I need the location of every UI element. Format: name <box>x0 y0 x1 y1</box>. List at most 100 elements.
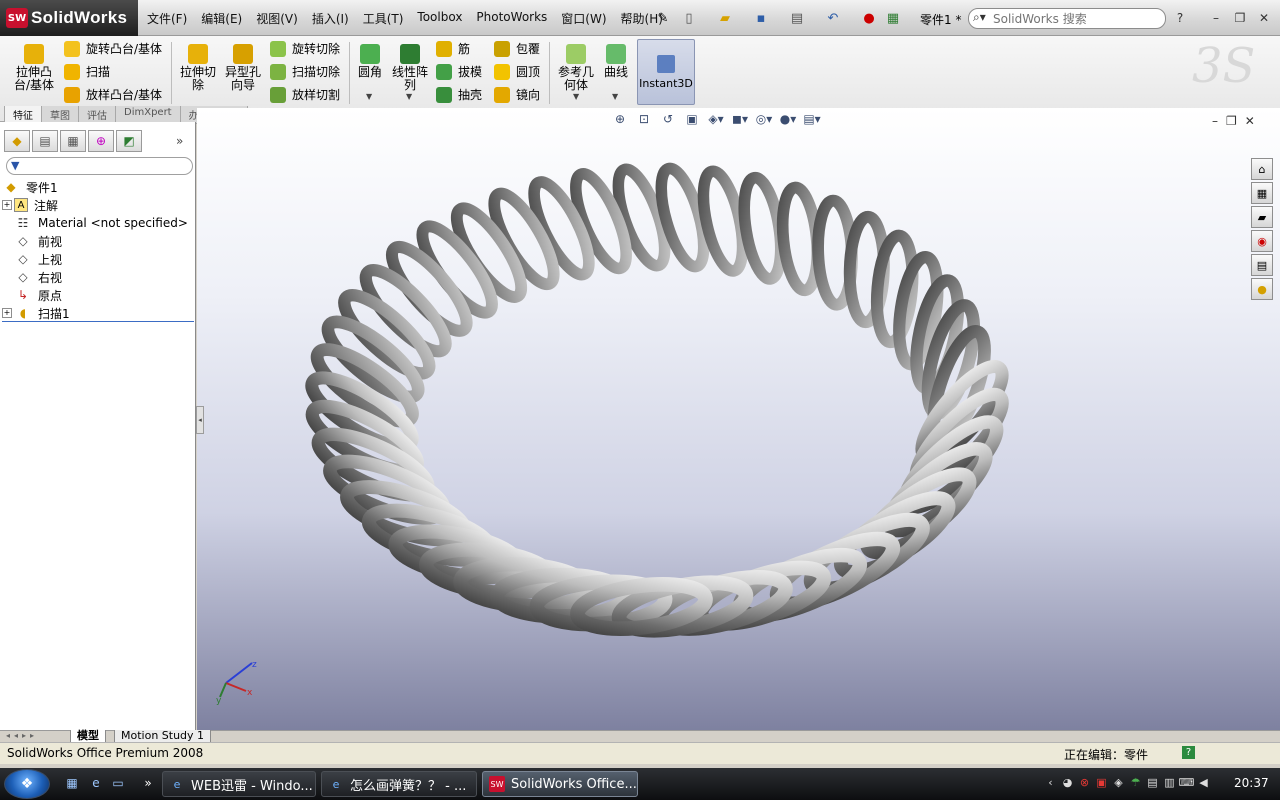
menu-tools[interactable]: 工具(T) <box>356 10 411 27</box>
loft-icon <box>64 86 80 103</box>
hole-wizard-label: 异型孔 向导 <box>225 65 262 92</box>
revolve-cut-button[interactable]: 旋转切除 <box>270 40 340 57</box>
sweep-boss-button[interactable]: 扫描 <box>64 63 110 80</box>
tree-item-label: 上视 <box>38 252 63 267</box>
wrap-button[interactable]: 包覆 <box>494 40 540 57</box>
antivirus-icon[interactable]: ⊗ <box>1076 776 1093 792</box>
network-icon[interactable]: ▤ <box>1144 776 1161 792</box>
menu-photoworks[interactable]: PhotoWorks <box>469 10 554 27</box>
loft-boss-button[interactable]: 放样凸台/基体 <box>64 86 162 103</box>
tree-item-origin[interactable]: ↳ 原点 <box>2 286 194 304</box>
tree-item-sweep1[interactable]: + ◖ 扫描1 <box>2 304 194 322</box>
switch-windows-icon[interactable]: ▭ <box>110 776 126 792</box>
tree-root[interactable]: ◆ 零件1 <box>2 178 194 196</box>
search-box[interactable]: ⌕▾ <box>968 8 1166 29</box>
tree-item-top-plane[interactable]: ◇ 上视 <box>2 250 194 268</box>
feature-manager-tab-icon[interactable]: ◆ <box>4 130 30 152</box>
configuration-manager-tab-icon[interactable]: ▦ <box>60 130 86 152</box>
logo-wordmark: SolidWorks <box>31 8 128 27</box>
help-icon[interactable]: ? <box>1172 10 1188 26</box>
hole-wizard-icon <box>233 44 253 64</box>
expand-icon[interactable]: + <box>2 308 12 318</box>
quicklaunch-more-icon[interactable]: » <box>140 776 156 792</box>
tree-item-right-plane[interactable]: ◇ 右视 <box>2 268 194 286</box>
reference-geometry-button[interactable]: 参考几 何体 <box>558 44 594 92</box>
search-input[interactable] <box>993 11 1153 26</box>
sweep-cut-button[interactable]: 扫描切除 <box>270 63 340 80</box>
menu-window[interactable]: 窗口(W) <box>554 10 613 27</box>
restore-icon[interactable]: ❐ <box>1232 10 1248 26</box>
tree-item-front-plane[interactable]: ◇ 前视 <box>2 232 194 250</box>
dimxpert-manager-tab-icon[interactable]: ⊕ <box>88 130 114 152</box>
fillet-button[interactable]: 圆角 <box>358 44 382 79</box>
refgeom-dropdown-icon[interactable]: ▼ <box>573 92 579 101</box>
menu-toolbox[interactable]: Toolbox <box>410 10 469 27</box>
minimize-icon[interactable]: – <box>1208 10 1224 26</box>
solidworks-logo[interactable]: SW SolidWorks <box>0 0 138 36</box>
revolve-boss-button[interactable]: 旋转凸台/基体 <box>64 40 162 57</box>
start-button-icon[interactable]: ❖ <box>4 769 50 799</box>
volume-icon[interactable]: ◀ <box>1195 776 1212 792</box>
umbrella-icon[interactable]: ☂ <box>1127 776 1144 792</box>
pattern-dropdown-icon[interactable]: ▼ <box>406 92 412 101</box>
display-manager-tab-icon[interactable]: ◩ <box>116 130 142 152</box>
property-manager-tab-icon[interactable]: ▤ <box>32 130 58 152</box>
tab-scroll-icons[interactable]: ◂◂▸▸ <box>6 731 38 740</box>
rib-button[interactable]: 筋 <box>436 40 470 57</box>
tree-root-label: 零件1 <box>26 180 58 195</box>
menu-edit[interactable]: 编辑(E) <box>194 10 249 27</box>
curves-button[interactable]: 曲线 <box>604 44 628 79</box>
curves-dropdown-icon[interactable]: ▼ <box>612 92 618 101</box>
menu-insert[interactable]: 插入(I) <box>305 10 356 27</box>
expand-icon[interactable]: + <box>2 200 12 210</box>
hole-wizard-button[interactable]: 异型孔 向导 <box>225 44 261 92</box>
undo-icon[interactable]: ↶ <box>824 9 842 27</box>
print-icon[interactable]: ▤ <box>788 9 806 27</box>
mirror-button[interactable]: 镜向 <box>494 86 540 103</box>
save-icon[interactable]: ▪ <box>752 9 770 27</box>
tree-item-label: Material <not specified> <box>38 216 188 230</box>
pin-icon[interactable]: ✎ <box>654 9 672 27</box>
menu-view[interactable]: 视图(V) <box>249 10 305 27</box>
qq-icon[interactable]: ◕ <box>1059 776 1076 792</box>
linear-pattern-button[interactable]: 线性阵 列 <box>392 44 428 92</box>
rebuild-icon[interactable]: ● <box>860 9 878 27</box>
extrude-cut-button[interactable]: 拉伸切 除 <box>180 44 216 92</box>
toroidal-spring-model[interactable] <box>197 122 1277 730</box>
solidworks-icon: SW <box>489 776 505 792</box>
loft-cut-button[interactable]: 放样切割 <box>270 86 340 103</box>
panel-collapse-handle[interactable]: ◂ <box>196 406 204 434</box>
tree-filter[interactable]: ▼ <box>6 157 193 175</box>
tray-app-icon[interactable]: ◈ <box>1110 776 1127 792</box>
tray-expand-icon[interactable]: ‹ <box>1042 776 1059 792</box>
title-bar: SW SolidWorks 文件(F) 编辑(E) 视图(V) 插入(I) 工具… <box>0 0 1280 36</box>
dome-button[interactable]: 圆顶 <box>494 63 540 80</box>
status-help-icon[interactable]: ? <box>1182 746 1195 759</box>
task-spring-question[interactable]: e 怎么画弹簧？？ - ... <box>321 771 477 797</box>
new-document-icon[interactable]: ▯ <box>680 9 698 27</box>
internet-explorer-icon[interactable]: e <box>88 776 104 792</box>
tree-item-annotations[interactable]: + A 注解 <box>2 196 194 214</box>
document-title: 零件1 * <box>920 13 962 27</box>
firewall-icon[interactable]: ▣ <box>1093 776 1110 792</box>
search-icon[interactable]: ⌕▾ <box>973 10 993 27</box>
more-tabs-icon[interactable]: » <box>176 134 183 148</box>
tree-item-material[interactable]: ☷ Material <not specified> <box>2 214 194 232</box>
task-web-thunder[interactable]: e WEB迅雷 - Windo... <box>162 771 316 797</box>
close-icon[interactable]: ✕ <box>1256 10 1272 26</box>
clock: 20:37 <box>1234 776 1269 790</box>
shell-button[interactable]: 抽壳 <box>436 86 482 103</box>
task-solidworks[interactable]: SW SolidWorks Office... <box>482 771 638 797</box>
menu-file[interactable]: 文件(F) <box>140 10 194 27</box>
draft-button[interactable]: 拔模 <box>436 63 482 80</box>
show-desktop-icon[interactable]: ▦ <box>64 776 80 792</box>
instant3d-button[interactable]: Instant3D <box>637 39 695 105</box>
open-folder-icon[interactable]: ▰ <box>716 9 734 27</box>
sweep-cut-icon <box>270 63 286 80</box>
keyboard-icon[interactable]: ⌨ <box>1178 776 1195 792</box>
options-icon[interactable]: ▦ <box>884 9 902 27</box>
extrude-boss-button[interactable]: 拉伸凸 台/基体 <box>14 44 54 92</box>
fillet-dropdown-icon[interactable]: ▼ <box>366 92 372 101</box>
input-method-icon[interactable]: ▥ <box>1161 776 1178 792</box>
rollback-bar[interactable] <box>2 321 194 322</box>
